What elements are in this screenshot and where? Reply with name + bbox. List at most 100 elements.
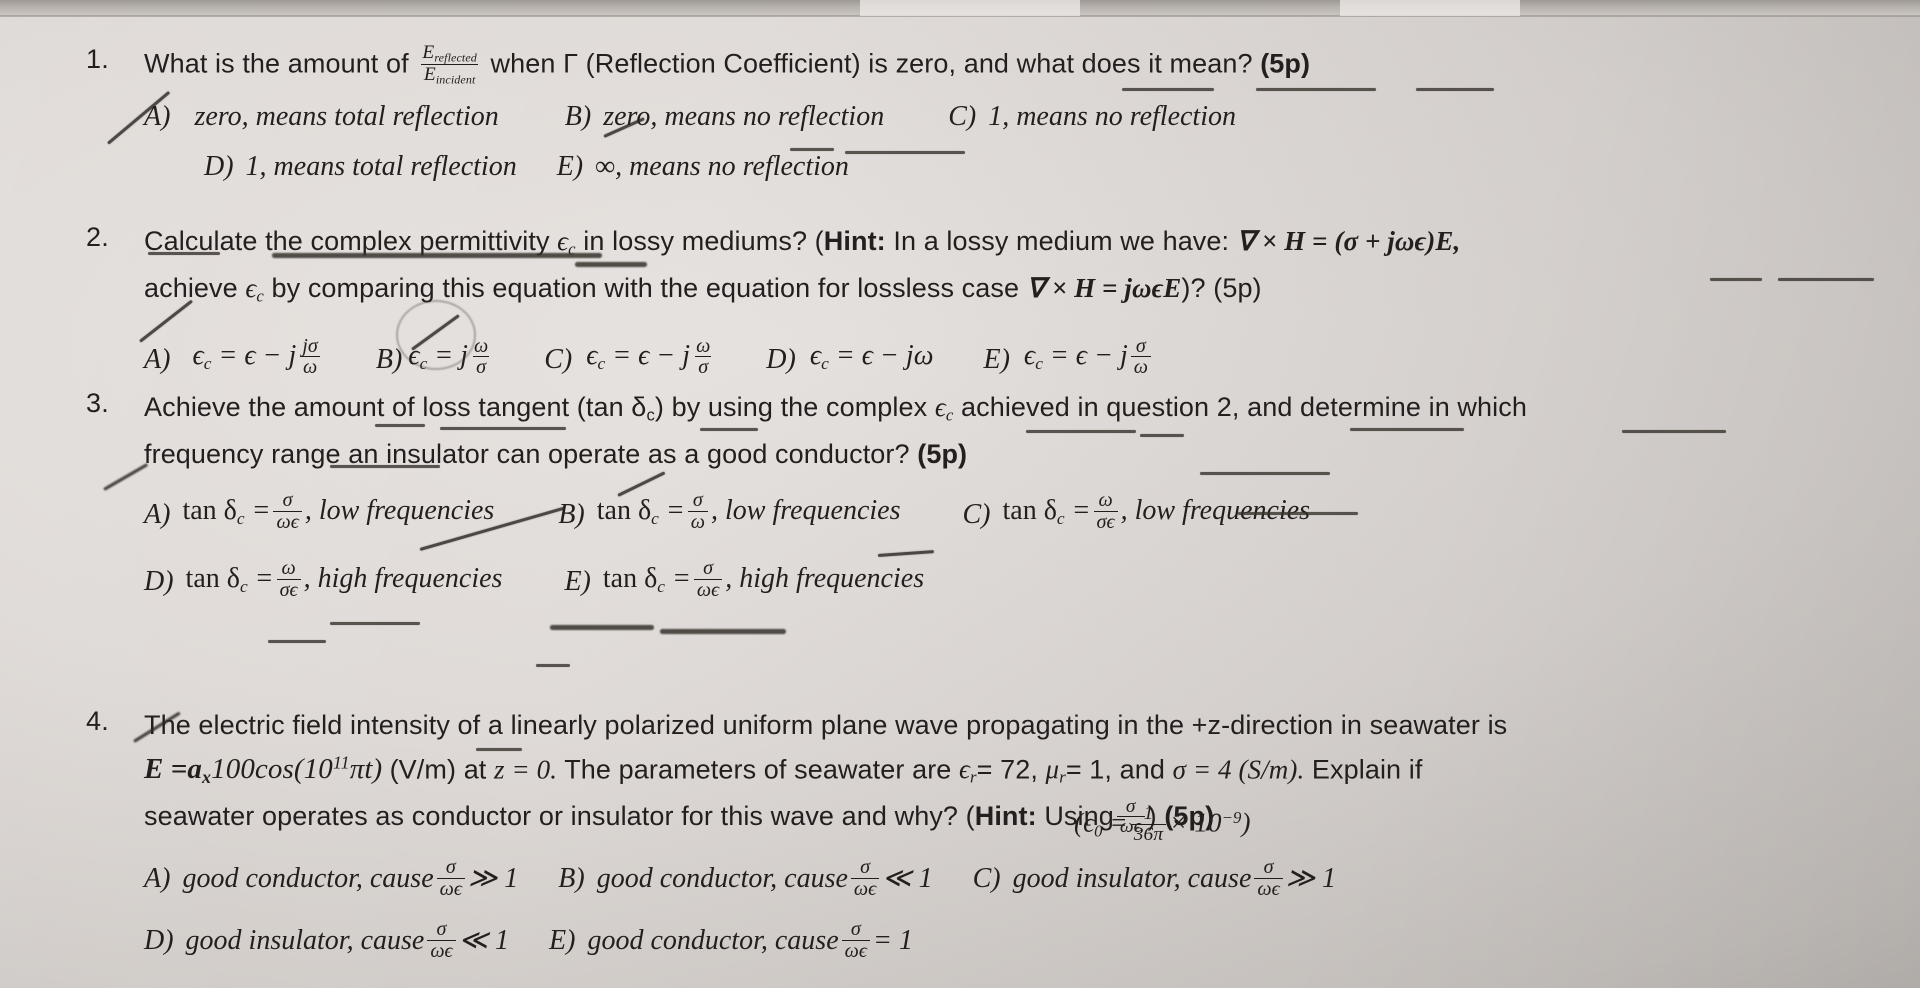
q3-points: (5p) bbox=[917, 438, 968, 469]
question-2-body: Calculate the complex permittivity ϵc in… bbox=[144, 222, 1900, 395]
q2-option-d[interactable]: D) ϵc = ϵ − jω bbox=[766, 325, 933, 395]
question-1-number: 1. bbox=[86, 44, 109, 74]
q4-epsilon-r-value: = 72, bbox=[976, 754, 1038, 785]
q4-option-b-text: good conductor, cause bbox=[596, 863, 848, 895]
question-2-number: 2. bbox=[86, 222, 109, 252]
q2-stem-part6: )? (5p) bbox=[1181, 272, 1262, 303]
q4-stem-part3: The parameters of seawater are bbox=[564, 754, 952, 785]
pen-underline-q3-option-c bbox=[1238, 512, 1358, 515]
q2-option-c[interactable]: C) ϵc = ϵ − jωσ bbox=[544, 325, 716, 395]
q1-option-a[interactable]: A) zero, means total reflection bbox=[144, 92, 499, 142]
q3-option-b-label: B) bbox=[558, 498, 585, 530]
q4-epsilon-r: ϵr bbox=[959, 754, 977, 788]
q2-option-a[interactable]: A) ϵc = ϵ − j jσ ω bbox=[144, 325, 324, 395]
q4-option-e[interactable]: E) good conductor, cause σ ωϵ = 1 bbox=[549, 910, 913, 972]
q1-option-c[interactable]: C) 1, means no reflection bbox=[948, 92, 1236, 142]
q2-option-e-expr: ϵc = ϵ − jσω bbox=[1024, 325, 1154, 395]
q3-option-d-label: D) bbox=[144, 566, 174, 598]
q1-ratio-fraction: Ereflected Eincident bbox=[419, 43, 480, 85]
pen-underline-q3-insulator bbox=[330, 465, 440, 468]
q4-field-equation: E =ax100cos(1011πt) bbox=[144, 753, 383, 788]
q2-option-e-label: E) bbox=[983, 344, 1010, 376]
question-4-number: 4. bbox=[86, 706, 109, 736]
q1-fraction-denominator: Eincident bbox=[420, 63, 479, 86]
question-4-stem-line2: E =ax100cos(1011πt) (V/m) at z = 0. The … bbox=[144, 744, 1904, 797]
q4-option-c[interactable]: C) good insulator, cause σ ωϵ ≫ 1 bbox=[973, 848, 1336, 910]
q1-stem-part1: What is the amount of bbox=[144, 48, 409, 79]
q1-option-b-label: B) bbox=[564, 101, 592, 133]
q1-fraction-numerator: Ereflected bbox=[422, 42, 477, 65]
q2-option-e[interactable]: E) ϵc = ϵ − jσω bbox=[983, 325, 1154, 395]
pen-underline-q4-linearly bbox=[550, 625, 654, 630]
q4-option-b[interactable]: B) good conductor, cause σ ωϵ ≪ 1 bbox=[558, 848, 932, 910]
q1-option-row-2: D) 1, means total reflection E) ∞, means… bbox=[204, 142, 1874, 192]
q4-option-d[interactable]: D) good insulator, cause σ ωϵ ≪ 1 bbox=[144, 910, 509, 972]
q4-stem-part4: Explain if bbox=[1311, 754, 1423, 785]
q2-stem-part4: achieve bbox=[144, 272, 238, 303]
pen-strike-q3-option-a bbox=[103, 463, 149, 491]
question-4-stem-line3: seawater operates as conductor or insula… bbox=[144, 796, 1904, 844]
q4-option-b-relation: ≪ 1 bbox=[882, 863, 933, 895]
q2-eps-c-symbol-2: ϵc bbox=[245, 272, 264, 306]
pen-underline-q2-permittivity bbox=[272, 253, 602, 258]
q4-option-a-text: good conductor, cause bbox=[182, 863, 434, 895]
q3-stem-part3: achieved in question 2, and determine in… bbox=[960, 392, 1527, 422]
q3-option-e[interactable]: E) tan δc = σ ωϵ, high frequencies bbox=[564, 549, 924, 617]
q4-mu-r: μr bbox=[1045, 754, 1066, 788]
q4-stem-part1: The electric field intensity of a linear… bbox=[144, 710, 1508, 740]
q4-option-e-label: E) bbox=[549, 925, 576, 957]
q2-equation-lossy: ∇ × H = (σ + jωϵ)E, bbox=[1236, 226, 1461, 256]
pen-underline-q3-determine bbox=[1622, 430, 1726, 433]
q1-option-d-label: D) bbox=[204, 151, 234, 183]
question-2-stem-line2: achieve ϵc by comparing this equation wi… bbox=[144, 269, 1900, 316]
q2-option-d-label: D) bbox=[766, 344, 796, 376]
pen-underline-q3-tangent bbox=[440, 427, 566, 430]
q3-stem-part1: Achieve the amount of loss tangent (tan … bbox=[144, 392, 655, 425]
q3-option-d-expr: tan δc = ω σϵ, high frequencies bbox=[185, 557, 503, 601]
q3-option-b[interactable]: B) tan δc = σ ω, low frequencies bbox=[558, 481, 900, 549]
q3-option-a-expr: tan δc = σ ωϵ, low frequencies bbox=[182, 489, 495, 533]
pen-underline-q4-exponent bbox=[268, 640, 326, 643]
question-4-body: The electric field intensity of a linear… bbox=[144, 706, 1904, 972]
pen-underline-reflection bbox=[1122, 88, 1214, 91]
exam-content: 1. What is the amount of Ereflected Einc… bbox=[0, 0, 1920, 988]
q1-points: (5p) bbox=[1260, 48, 1311, 79]
pen-underline-q2-calculate bbox=[148, 252, 220, 255]
question-3-body: Achieve the amount of loss tangent (tan … bbox=[144, 388, 1900, 616]
q4-option-a[interactable]: A) good conductor, cause σ ωϵ ≫ 1 bbox=[144, 848, 518, 910]
q4-option-b-label: B) bbox=[558, 863, 585, 895]
q1-option-b-text: zero, means no reflection bbox=[603, 101, 885, 133]
q1-option-d[interactable]: D) 1, means total reflection bbox=[204, 142, 517, 192]
q3-option-a-label: A) bbox=[144, 498, 171, 530]
q2-stem-part2: in lossy mediums? ( bbox=[583, 226, 824, 256]
q1-option-b[interactable]: B) zero, means no reflection bbox=[565, 92, 884, 142]
question-4-options: A) good conductor, cause σ ωϵ ≫ 1 B) good c… bbox=[144, 848, 1904, 972]
q2-option-c-expr: ϵc = ϵ − jωσ bbox=[586, 334, 712, 379]
q4-field-units: (V/m) bbox=[389, 754, 457, 785]
q4-option-e-relation: = 1 bbox=[872, 925, 913, 957]
question-2-stem-line1: Calculate the complex permittivity ϵc in… bbox=[144, 222, 1900, 269]
q4-option-a-relation: ≫ 1 bbox=[467, 863, 519, 895]
pen-underline-q3-tandelta bbox=[700, 428, 758, 431]
q4-option-c-text: good insulator, cause bbox=[1012, 863, 1252, 895]
question-1-options: A) zero, means total reflection B) zero,… bbox=[144, 92, 1874, 192]
q2-stem-part5: by comparing this equation with the equa… bbox=[271, 272, 1020, 303]
q1-option-a-text: zero, means total reflection bbox=[194, 101, 499, 133]
question-3-stem-line1: Achieve the amount of loss tangent (tan … bbox=[144, 388, 1900, 435]
q3-option-row-1: A) tan δc = σ ωϵ, low frequencies B) tan δ… bbox=[144, 481, 1900, 549]
q3-option-e-label: E) bbox=[564, 566, 591, 598]
pen-underline-q2-jwe bbox=[1710, 278, 1762, 281]
q2-option-a-expr: ϵc = ϵ − j jσ ω bbox=[192, 325, 323, 395]
q4-sigma-value: σ = 4 (S/m). bbox=[1172, 754, 1305, 785]
q4-stem-part2: at bbox=[463, 754, 487, 785]
q3-option-e-expr: tan δc = σ ωϵ, high frequencies bbox=[602, 557, 925, 601]
q4-option-e-text: good conductor, cause bbox=[587, 925, 839, 957]
pen-underline-q3-complex bbox=[1026, 430, 1136, 433]
q3-option-a[interactable]: A) tan δc = σ ωϵ, low frequencies bbox=[144, 481, 494, 549]
q4-option-a-label: A) bbox=[144, 863, 171, 895]
q3-option-d[interactable]: D) tan δc = ω σϵ, high frequencies bbox=[144, 549, 502, 617]
pen-underline-q4-intensity bbox=[330, 622, 420, 625]
question-3-number: 3. bbox=[86, 388, 109, 418]
pen-underline-q3-eps bbox=[1140, 434, 1184, 437]
q4-option-d-text: good insulator, cause bbox=[185, 925, 425, 957]
